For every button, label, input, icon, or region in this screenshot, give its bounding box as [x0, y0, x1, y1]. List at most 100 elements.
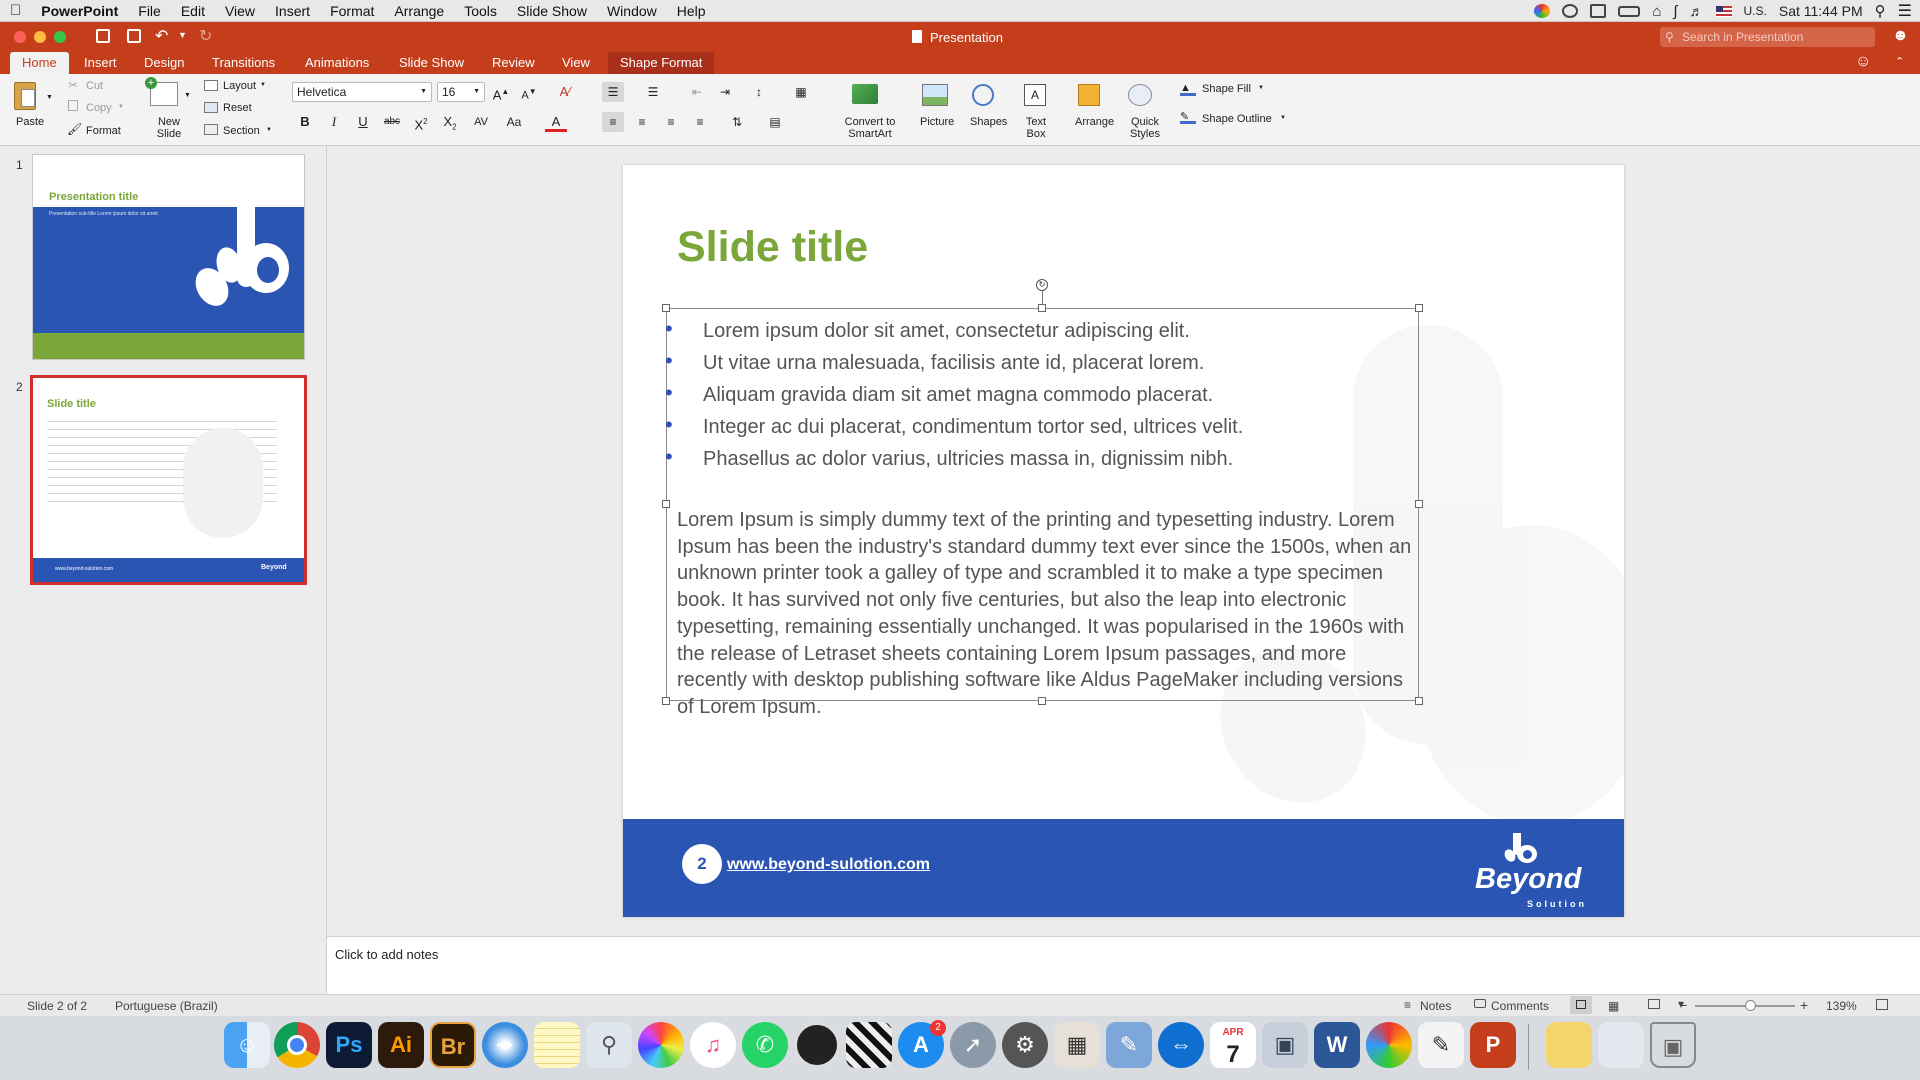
increase-indent-icon[interactable]: ⇥	[714, 82, 736, 102]
underline-button[interactable]: U	[352, 112, 374, 132]
zoom-in-icon[interactable]: +	[1800, 997, 1808, 1013]
image-capture-icon[interactable]: ▣	[1262, 1022, 1308, 1068]
new-slide-dropdown-icon[interactable]: ▼	[184, 92, 191, 99]
section-label[interactable]: Section	[223, 125, 260, 137]
shape-fill-label[interactable]: Shape Fill	[1202, 83, 1251, 95]
teamviewer-icon[interactable]: ⇔	[1158, 1022, 1204, 1068]
align-right-button[interactable]: ≡	[660, 112, 682, 132]
resize-handle[interactable]	[1415, 304, 1423, 312]
time-machine-icon[interactable]	[1562, 4, 1579, 18]
columns-icon[interactable]: ▦	[790, 82, 812, 102]
status-colorful-icon[interactable]	[1534, 4, 1551, 18]
shape-fill-icon[interactable]: ▲	[1180, 82, 1196, 96]
preview-icon[interactable]: ⚲	[586, 1022, 632, 1068]
layout-icon[interactable]	[204, 80, 218, 91]
copy-dropdown-icon[interactable]: ▼	[118, 104, 124, 110]
zoom-slider-thumb[interactable]	[1745, 1000, 1756, 1011]
language-label[interactable]: Portuguese (Brazil)	[115, 999, 218, 1013]
character-spacing-icon[interactable]: AV	[470, 112, 492, 132]
tab-animations[interactable]: Animations	[293, 52, 381, 74]
quick-styles-label[interactable]: Quick Styles	[1128, 116, 1162, 140]
menu-view[interactable]: View	[215, 3, 265, 19]
picture-icon[interactable]	[922, 84, 948, 106]
paste-icon[interactable]	[14, 82, 36, 110]
layout-label[interactable]: Layout	[223, 80, 256, 92]
illustrator-icon[interactable]: Ai	[378, 1022, 424, 1068]
menu-window[interactable]: Window	[597, 3, 667, 19]
photos-icon[interactable]	[638, 1022, 684, 1068]
new-slide-label[interactable]: New Slide	[152, 116, 186, 140]
cut-label[interactable]: Cut	[86, 80, 103, 92]
new-slide-icon[interactable]: +	[145, 77, 178, 106]
tab-view[interactable]: View	[550, 52, 602, 74]
bridge-icon[interactable]: Br	[430, 1022, 476, 1068]
feedback-smiley-icon[interactable]: ☺	[1855, 53, 1871, 71]
resize-handle[interactable]	[1038, 304, 1046, 312]
menu-edit[interactable]: Edit	[171, 3, 215, 19]
menu-tools[interactable]: Tools	[454, 3, 507, 19]
generic-app-icon[interactable]	[794, 1022, 840, 1068]
superscript-button[interactable]: X2	[410, 112, 432, 132]
tab-review[interactable]: Review	[480, 52, 547, 74]
decrease-indent-icon[interactable]: ⇤	[686, 82, 708, 102]
reset-icon[interactable]	[204, 102, 218, 113]
strikethrough-button[interactable]: abc	[381, 112, 403, 132]
shapes-icon[interactable]	[972, 84, 994, 106]
trash-icon[interactable]: ▣	[1650, 1022, 1696, 1068]
flag-icon[interactable]	[1715, 5, 1732, 17]
bullets-button[interactable]: ☰	[602, 82, 624, 102]
align-text-icon[interactable]: ▤	[764, 112, 786, 132]
safari-icon[interactable]: ➙	[482, 1022, 528, 1068]
reading-view-icon[interactable]	[1648, 999, 1660, 1009]
font-name-select[interactable]: Helvetica ▼	[292, 82, 432, 102]
paste-dropdown-icon[interactable]: ▼	[46, 94, 53, 101]
change-case-icon[interactable]: Aa	[503, 112, 525, 132]
shape-outline-label[interactable]: Shape Outline	[1202, 113, 1272, 125]
format-painter-label[interactable]: Format	[86, 125, 121, 137]
input-source-label[interactable]: U.S.	[1744, 4, 1767, 18]
comments-icon[interactable]	[1474, 999, 1486, 1008]
notes-toggle-icon[interactable]: ≡	[1404, 998, 1411, 1012]
menu-insert[interactable]: Insert	[265, 3, 320, 19]
clear-formatting-icon[interactable]: A⁄	[554, 82, 576, 102]
folder-icon[interactable]	[1546, 1022, 1592, 1068]
bullet-list[interactable]: Lorem ipsum dolor sit amet, consectetur …	[665, 316, 1243, 478]
tab-home[interactable]: Home	[10, 52, 69, 74]
undo-dropdown-icon[interactable]: ▼	[178, 30, 187, 40]
toggle-sidebar-icon[interactable]	[96, 29, 110, 43]
text-direction-icon[interactable]: ⇅	[726, 112, 748, 132]
zoom-window-icon[interactable]	[54, 31, 66, 43]
notes-app-icon[interactable]	[534, 1022, 580, 1068]
menu-format[interactable]: Format	[320, 3, 384, 19]
italic-button[interactable]: I	[323, 112, 345, 132]
notes-placeholder[interactable]: Click to add notes	[335, 947, 438, 962]
tab-shape-format[interactable]: Shape Format	[608, 52, 715, 74]
layout-dropdown-icon[interactable]: ▼	[260, 82, 266, 88]
cut-icon[interactable]: ✂	[68, 78, 78, 92]
documents-stack-icon[interactable]	[1598, 1022, 1644, 1068]
slide-title[interactable]: Slide title	[677, 223, 868, 272]
copy-label[interactable]: Copy	[86, 102, 112, 114]
spotlight-search-icon[interactable]: ⚲	[1875, 2, 1886, 20]
shape-outline-dropdown-icon[interactable]: ▼	[1280, 115, 1286, 121]
word-icon[interactable]: W	[1314, 1022, 1360, 1068]
shape-fill-dropdown-icon[interactable]: ▼	[1258, 85, 1264, 91]
system-preferences-icon[interactable]: ⚙	[1002, 1022, 1048, 1068]
whatsapp-icon[interactable]: ✆	[742, 1022, 788, 1068]
redo-icon[interactable]: ↻	[199, 26, 212, 46]
section-dropdown-icon[interactable]: ▼	[266, 127, 272, 133]
bluetooth-icon[interactable]: ∫	[1673, 3, 1677, 20]
tab-slide-show[interactable]: Slide Show	[387, 52, 476, 74]
resize-handle[interactable]	[662, 500, 670, 508]
notes-toggle-label[interactable]: Notes	[1420, 999, 1451, 1013]
slide-sorter-icon[interactable]: ▦	[1608, 999, 1619, 1013]
search-input[interactable]: Search in Presentation	[1660, 27, 1875, 47]
powerpoint-icon[interactable]: P	[1470, 1022, 1516, 1068]
quick-styles-icon[interactable]	[1128, 84, 1152, 106]
textedit-icon[interactable]: ✎	[1418, 1022, 1464, 1068]
apple-menu-icon[interactable]: 	[0, 2, 31, 19]
wifi-icon[interactable]: ⌂	[1652, 3, 1661, 20]
zoom-out-icon[interactable]: −	[1679, 997, 1687, 1013]
app-menu[interactable]: PowerPoint	[31, 3, 128, 19]
footer-website[interactable]: www.beyond-sulotion.com	[727, 856, 930, 874]
